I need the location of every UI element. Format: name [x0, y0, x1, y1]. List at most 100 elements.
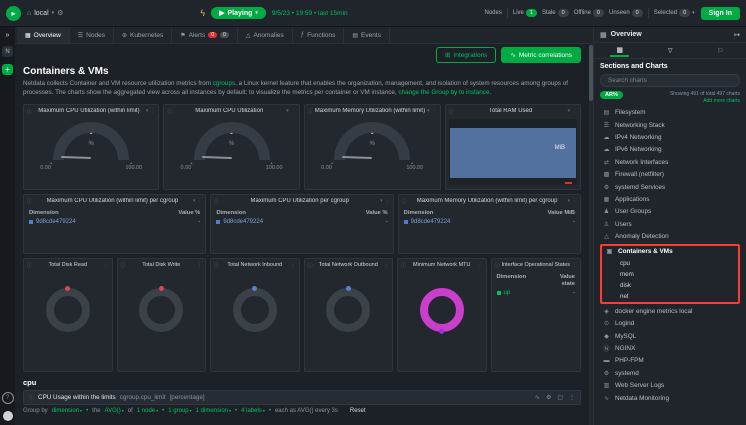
sidebar-item-systemd[interactable]: ⚙systemd: [600, 367, 740, 379]
filter-tab-icon[interactable]: ∇: [662, 45, 679, 57]
sidebar-item-netdata-monitoring[interactable]: ∿Netdata Monitoring: [600, 392, 740, 404]
sidebar-item-applications[interactable]: ▦Applications: [600, 193, 740, 205]
sidebar-item-network-interfaces[interactable]: ⇄Network Interfaces: [600, 156, 740, 168]
more-icon[interactable]: ⋮: [291, 108, 296, 114]
chevron-down-icon[interactable]: ▾: [427, 108, 430, 114]
chart-card-minimum-network-mtu[interactable]: ⓘ Minimum Network MTU ⋮: [397, 258, 487, 372]
table-row[interactable]: up -: [495, 290, 578, 296]
chart-card-total-network-inbound[interactable]: ⓘ Total Network Inbound ⋮: [210, 258, 300, 372]
chevron-down-icon[interactable]: ▾: [146, 108, 149, 114]
add-space-button[interactable]: +: [2, 64, 13, 75]
sidebar-item-containers-vms[interactable]: ▣Containers & VMs: [603, 246, 737, 258]
collapse-sidebar-icon[interactable]: ↦: [734, 31, 740, 39]
nodes-offline-badge[interactable]: Offline 0: [574, 9, 604, 17]
more-icon[interactable]: ⋮: [569, 394, 575, 401]
search-charts-input[interactable]: [600, 74, 740, 87]
news-bolt-icon[interactable]: ϟ: [200, 8, 205, 18]
gauge-chart[interactable]: - %: [334, 122, 410, 160]
sidebar-item-users[interactable]: ♙Users: [600, 218, 740, 230]
reset-button[interactable]: Reset: [350, 408, 366, 414]
metric-correlations-button[interactable]: ∿ Metric correlations: [501, 47, 581, 63]
groupby-link[interactable]: change the Group by to instance: [398, 89, 489, 96]
more-icon[interactable]: ⋮: [104, 262, 109, 268]
donut-chart[interactable]: [326, 288, 370, 332]
gear-icon[interactable]: ⚙: [57, 9, 63, 17]
anomaly-rate-chip[interactable]: AR%: [600, 91, 623, 99]
table-card-cpu-within-limit-per-cgroup[interactable]: ⓘ Maximum CPU Utilization (within limit)…: [23, 194, 206, 254]
tab-events[interactable]: ▤ Events: [344, 27, 390, 43]
sidebar-item-ipv6-networking[interactable]: ☁IPv6 Networking: [600, 144, 740, 156]
chart-card-total-disk-read[interactable]: ⓘ Total Disk Read ⋮: [23, 258, 113, 372]
chart-card-max-mem-within-limit[interactable]: ⓘ Maximum Memory Utilization (within lim…: [304, 104, 441, 190]
nodes-live-badge[interactable]: Live 1: [513, 9, 537, 17]
sidebar-item-docker-engine[interactable]: ◈docker engine metrics local: [600, 305, 740, 317]
more-icon[interactable]: ⋮: [572, 108, 577, 114]
more-icon[interactable]: ⋮: [197, 198, 202, 204]
sidebar-item-php-fpm[interactable]: ▬PHP-FPM: [600, 355, 740, 367]
chart-card-max-cpu-within-limit[interactable]: ⓘ Maximum CPU Utilization (within limit)…: [23, 104, 159, 190]
sidebar-subitem-mem[interactable]: mem: [603, 269, 737, 280]
user-avatar[interactable]: [3, 411, 13, 421]
table-card-mem-within-limit-per-cgroup[interactable]: ⓘ Maximum Memory Utilization (within lim…: [398, 194, 581, 254]
nodes-stale-badge[interactable]: Stale 0: [542, 9, 569, 17]
instances-dropdown[interactable]: 1 group▾: [168, 408, 191, 414]
tab-nodes[interactable]: ☰ Nodes: [70, 27, 114, 43]
chevron-down-icon[interactable]: ▾: [193, 198, 196, 204]
sidebar-item-nginx[interactable]: ⓃNGINX: [600, 342, 740, 354]
sidebar-subitem-net[interactable]: net: [603, 291, 737, 302]
chart-card-total-network-outbound[interactable]: ⓘ Total Network Outbound ⋮: [304, 258, 394, 372]
sidebar-subitem-cpu[interactable]: cpu: [603, 258, 737, 269]
more-icon[interactable]: ⋮: [432, 108, 437, 114]
scrollbar-thumb[interactable]: [589, 45, 593, 101]
chevron-down-icon[interactable]: ▾: [567, 198, 570, 204]
cgroups-link[interactable]: cgroups: [213, 80, 235, 87]
sidebar-item-networking-stack[interactable]: ☰Networking Stack: [600, 119, 740, 131]
sidebar-subitem-disk[interactable]: disk: [603, 280, 737, 291]
main-scrollbar[interactable]: [589, 43, 593, 425]
charts-tab-icon[interactable]: ▦: [610, 44, 629, 57]
more-icon[interactable]: ⋮: [572, 262, 577, 268]
more-icon[interactable]: ⋮: [384, 262, 389, 268]
space-avatar[interactable]: N: [2, 46, 13, 57]
donut-chart[interactable]: [46, 288, 90, 332]
playing-button[interactable]: ▶ Playing ▾: [211, 7, 266, 19]
chart-card-max-cpu[interactable]: ⓘ Maximum CPU Utilization ▾ ⋮ - % ▴▴: [163, 104, 299, 190]
donut-chart[interactable]: [420, 288, 464, 332]
area-chart[interactable]: MiB: [449, 119, 577, 185]
donut-chart[interactable]: [233, 288, 277, 332]
expand-rail-icon[interactable]: »: [6, 32, 10, 39]
more-icon[interactable]: ⋮: [197, 262, 202, 268]
table-card-interface-operational-states[interactable]: ⓘ Interface Operational States ⋮ Dimensi…: [491, 258, 582, 372]
labels-dropdown[interactable]: 4 labels▾: [241, 408, 265, 414]
sign-in-button[interactable]: Sign In: [701, 7, 740, 20]
settings-icon[interactable]: ⚙: [546, 394, 551, 401]
help-button[interactable]: ?: [2, 392, 14, 404]
sidebar-item-user-groups[interactable]: ♟User Groups: [600, 206, 740, 218]
tab-functions[interactable]: ƒ Functions: [293, 27, 345, 43]
table-row[interactable]: 9d8cde479224 -: [402, 219, 577, 225]
date-range-picker[interactable]: 9/5/23 • 19:59 • last 15min: [272, 10, 348, 17]
chart-card-total-disk-write[interactable]: ⓘ Total Disk Write ⋮: [117, 258, 207, 372]
table-row[interactable]: 9d8cde479224 -: [214, 219, 389, 225]
group-by-value-dropdown[interactable]: dimension▾: [52, 408, 82, 414]
more-icon[interactable]: ⋮: [291, 262, 296, 268]
cpu-chart-toolbar[interactable]: ⓘ CPU Usage within the limits cgroup.cpu…: [23, 390, 581, 405]
alerts-tab-icon[interactable]: ⚐: [711, 45, 729, 57]
sidebar-item-filesystem[interactable]: ▤Filesystem: [600, 107, 740, 119]
info-icon[interactable]: ⓘ: [29, 394, 34, 401]
table-card-cpu-per-cgroup[interactable]: ⓘ Maximum CPU Utilization per cgroup ▾ ⋮…: [210, 194, 393, 254]
more-icon[interactable]: ⋮: [478, 262, 483, 268]
more-icon[interactable]: ⋮: [572, 198, 577, 204]
donut-chart[interactable]: [139, 288, 183, 332]
gauge-chart[interactable]: - %: [194, 122, 270, 160]
tab-anomalies[interactable]: △ Anomalies: [238, 27, 293, 43]
add-more-charts-link[interactable]: Add more charts: [670, 98, 740, 105]
chart-type-icon[interactable]: ∿: [535, 394, 540, 401]
sidebar-item-mysql[interactable]: ◆MySQL: [600, 330, 740, 342]
chart-card-total-ram-used[interactable]: ⓘ Total RAM Used ▾ ⋮ MiB: [445, 104, 581, 190]
netdata-logo-icon[interactable]: ▸: [6, 6, 21, 21]
table-row[interactable]: 9d8cde479224 -: [27, 219, 202, 225]
chevron-down-icon[interactable]: ▾: [380, 198, 383, 204]
tab-kubernetes[interactable]: ⊛ Kubernetes: [114, 27, 172, 43]
tab-alerts[interactable]: ⚑ Alerts 0 0: [172, 27, 238, 43]
